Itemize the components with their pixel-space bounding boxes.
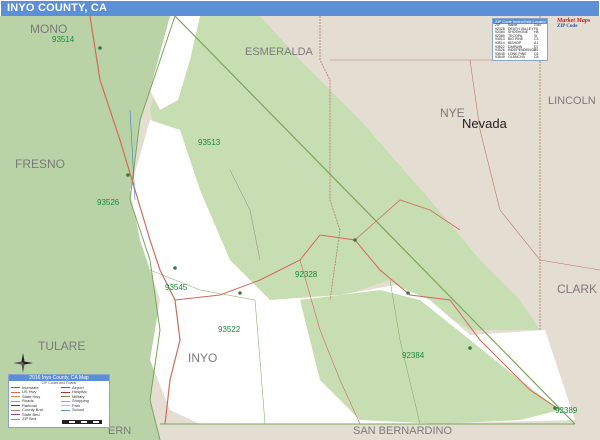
legend-item: ZIP Bnd bbox=[11, 416, 59, 422]
county-label-clark: CLARK bbox=[557, 282, 597, 296]
zip-label-93526: 93526 bbox=[97, 198, 120, 207]
county-label-esmeralda: ESMERALDA bbox=[245, 46, 314, 58]
publisher-logo: Market Maps ZIP Code bbox=[557, 18, 595, 31]
legend-item: School bbox=[61, 407, 109, 413]
zip-label-92328: 92328 bbox=[295, 270, 318, 279]
city-shoshone bbox=[406, 291, 410, 295]
city-independence bbox=[126, 173, 130, 177]
legend-col-right: Airport Hospital Military Shopping Park … bbox=[59, 385, 109, 422]
logo-sub: ZIP Code bbox=[557, 24, 578, 29]
county-label-mono: MONO bbox=[30, 22, 67, 36]
county-label-kern: ERN bbox=[108, 425, 131, 437]
county-label-san-bernardino: SAN BERNARDINO bbox=[353, 425, 452, 437]
zip-label-93522: 93522 bbox=[218, 325, 241, 334]
county-label-fresno: FRESNO bbox=[15, 157, 65, 171]
city-bishop bbox=[98, 46, 102, 50]
legend-col-left: Interstate US Hwy State Hwy Roads Railro… bbox=[9, 385, 59, 422]
map-title: INYO COUNTY, CA bbox=[7, 2, 108, 14]
scale-bar-icon bbox=[62, 420, 102, 424]
city-death-valley bbox=[353, 238, 357, 242]
zip-index-cell: C8 bbox=[534, 55, 539, 60]
map-frame: MONO ESMERALDA NYE Nevada LINCOLN FRESNO… bbox=[0, 0, 600, 440]
zip-index-grid-locator: ZIP Code Index/Grid Locator ZIP Name Gri… bbox=[492, 18, 548, 61]
state-label-nevada: Nevada bbox=[462, 116, 508, 131]
county-label-lincoln: LINCOLN bbox=[548, 95, 596, 107]
zip-label-93513: 93513 bbox=[198, 138, 221, 147]
zip-index-cell: 93549 bbox=[495, 55, 505, 60]
title-bar: INYO COUNTY, CA bbox=[1, 1, 599, 16]
zip-label-92384: 92384 bbox=[402, 351, 425, 360]
county-label-inyo: INYO bbox=[188, 351, 217, 365]
city-lone-pine bbox=[173, 266, 177, 270]
city-tecopa bbox=[468, 346, 472, 350]
zip-index-row: 93549 OLANCHA C8 bbox=[493, 56, 547, 60]
county-label-tulare: TULARE bbox=[38, 339, 85, 353]
compass-rose-icon bbox=[13, 353, 33, 373]
zip-label-93545: 93545 bbox=[165, 283, 188, 292]
zip-label-92389: 92389 bbox=[555, 406, 578, 415]
city-darwin bbox=[238, 291, 242, 295]
county-label-nye: NYE bbox=[440, 106, 465, 120]
zip-label-93514: 93514 bbox=[52, 35, 75, 44]
zip-index-cell: OLANCHA bbox=[508, 55, 525, 60]
